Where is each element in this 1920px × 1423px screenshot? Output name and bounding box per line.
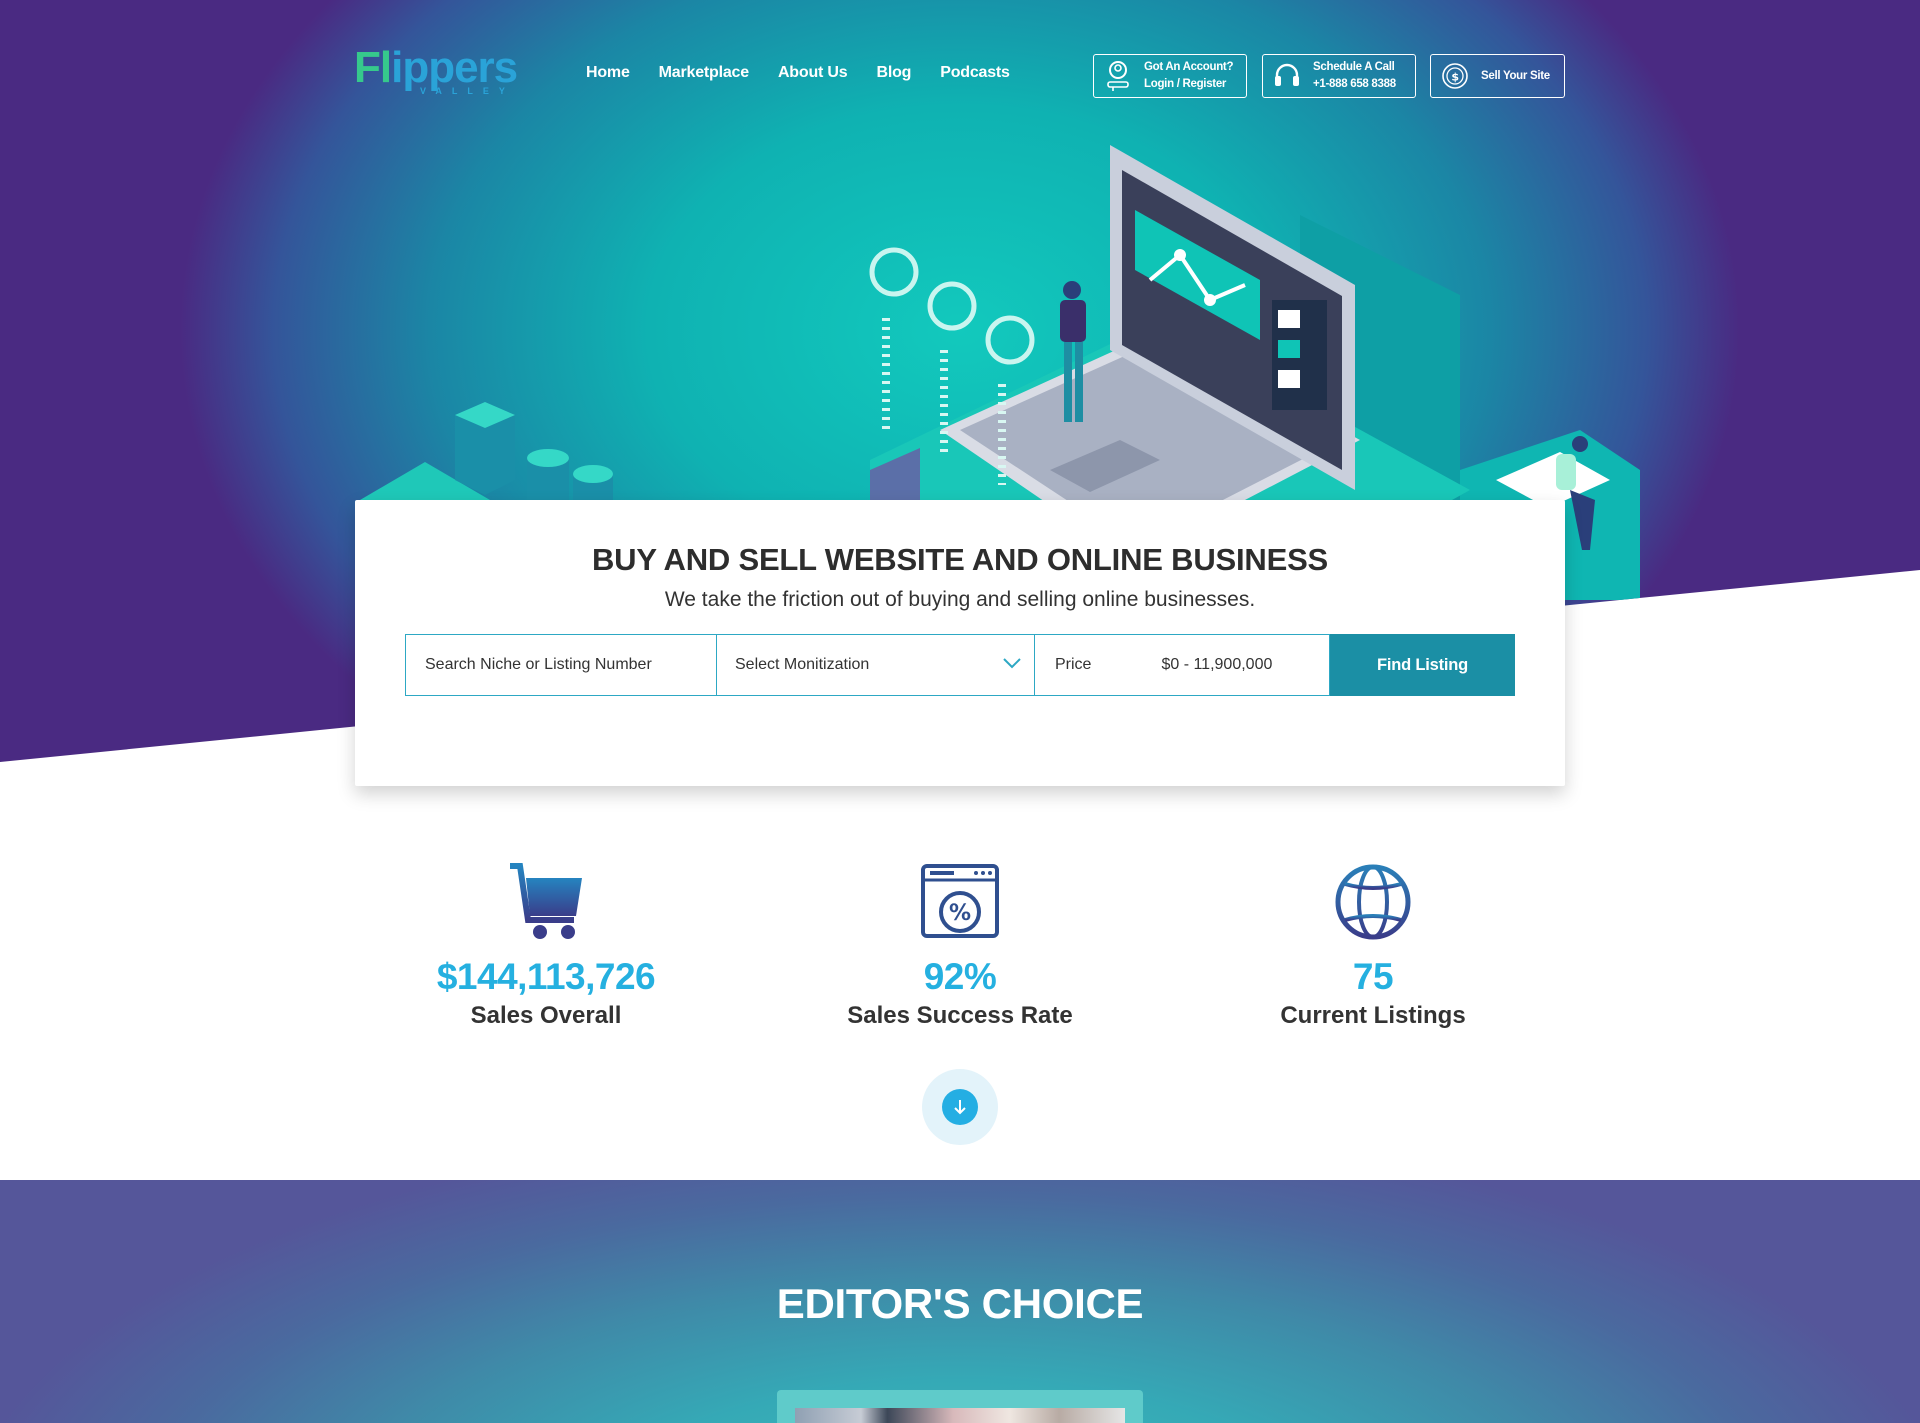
scroll-down-button[interactable] bbox=[922, 1069, 998, 1145]
listing-thumbnail bbox=[795, 1408, 1125, 1423]
price-range-field[interactable]: Price $0 - 11,900,000 bbox=[1034, 634, 1330, 696]
stat-label: Sales Success Rate bbox=[847, 1002, 1073, 1029]
editors-choice-title: EDITOR'S CHOICE bbox=[776, 1280, 1144, 1327]
stat-value: $144,113,726 bbox=[436, 956, 656, 997]
stat-sales-overall: $144,113,726 Sales Overall bbox=[386, 862, 706, 1032]
price-range-value: $0 - 11,900,000 bbox=[1161, 656, 1273, 673]
stat-label: Sales Overall bbox=[470, 1002, 622, 1029]
svg-text:$: $ bbox=[1451, 71, 1458, 84]
search-niche-input[interactable]: Search Niche or Listing Number bbox=[405, 634, 716, 696]
nav-blog[interactable]: Blog bbox=[876, 64, 911, 82]
main-nav: Home Marketplace About Us Blog Podcasts bbox=[586, 64, 1039, 82]
logo-wordmark: Flippers bbox=[354, 43, 518, 92]
call-line1: Schedule A Call bbox=[1313, 61, 1395, 73]
logo-subtitle: VALLEY bbox=[420, 86, 515, 96]
dollar-coin-icon: $ bbox=[1437, 61, 1473, 91]
stat-value: 75 bbox=[1352, 956, 1394, 997]
featured-listing-card[interactable] bbox=[777, 1390, 1143, 1423]
user-icon bbox=[1100, 60, 1136, 92]
search-placeholder: Search Niche or Listing Number bbox=[425, 656, 652, 673]
find-listing-button[interactable]: Find Listing bbox=[1330, 634, 1515, 696]
account-line2: Login / Register bbox=[1144, 78, 1227, 90]
monetization-value: Select Monitization bbox=[735, 656, 870, 673]
stat-current-listings: 75 Current Listings bbox=[1213, 862, 1533, 1032]
editors-choice-section: EDITOR'S CHOICE bbox=[0, 1180, 1920, 1423]
search-bar: Search Niche or Listing Number Select Mo… bbox=[405, 634, 1515, 696]
call-phone: +1-888 658 8388 bbox=[1313, 78, 1396, 90]
sell-your-site-button[interactable]: $ Sell Your Site bbox=[1430, 54, 1565, 98]
stat-value: 92% bbox=[923, 956, 997, 997]
headset-icon bbox=[1269, 61, 1305, 91]
nav-about-us[interactable]: About Us bbox=[778, 64, 848, 82]
nav-marketplace[interactable]: Marketplace bbox=[659, 64, 749, 82]
cart-icon bbox=[386, 862, 706, 942]
chevron-down-icon bbox=[1002, 656, 1022, 674]
nav-home[interactable]: Home bbox=[586, 64, 630, 82]
login-register-button[interactable]: Got An Account? Login / Register bbox=[1093, 54, 1247, 98]
arrow-down-icon bbox=[942, 1089, 978, 1125]
stat-success-rate: % 92% Sales Success Rate bbox=[800, 862, 1120, 1032]
hero-title: BUY AND SELL WEBSITE AND ONLINE BUSINESS bbox=[591, 542, 1329, 577]
search-card: BUY AND SELL WEBSITE AND ONLINE BUSINESS… bbox=[355, 500, 1565, 786]
price-label: Price bbox=[1055, 656, 1092, 673]
monetization-select[interactable]: Select Monitization bbox=[716, 634, 1034, 696]
globe-icon bbox=[1213, 862, 1533, 942]
account-line1: Got An Account? bbox=[1144, 61, 1234, 73]
call-text: Schedule A Call +1-888 658 8388 bbox=[1313, 59, 1396, 93]
hero-subtitle: We take the friction out of buying and s… bbox=[664, 588, 1256, 611]
brand-logo[interactable]: Flippers VALLEY bbox=[354, 46, 524, 102]
account-text: Got An Account? Login / Register bbox=[1144, 59, 1234, 93]
sell-label: Sell Your Site bbox=[1481, 69, 1550, 82]
svg-text:%: % bbox=[949, 901, 971, 926]
nav-podcasts[interactable]: Podcasts bbox=[940, 64, 1010, 82]
percent-browser-icon: % bbox=[800, 862, 1120, 942]
schedule-call-button[interactable]: Schedule A Call +1-888 658 8388 bbox=[1262, 54, 1416, 98]
stat-label: Current Listings bbox=[1280, 1002, 1466, 1029]
